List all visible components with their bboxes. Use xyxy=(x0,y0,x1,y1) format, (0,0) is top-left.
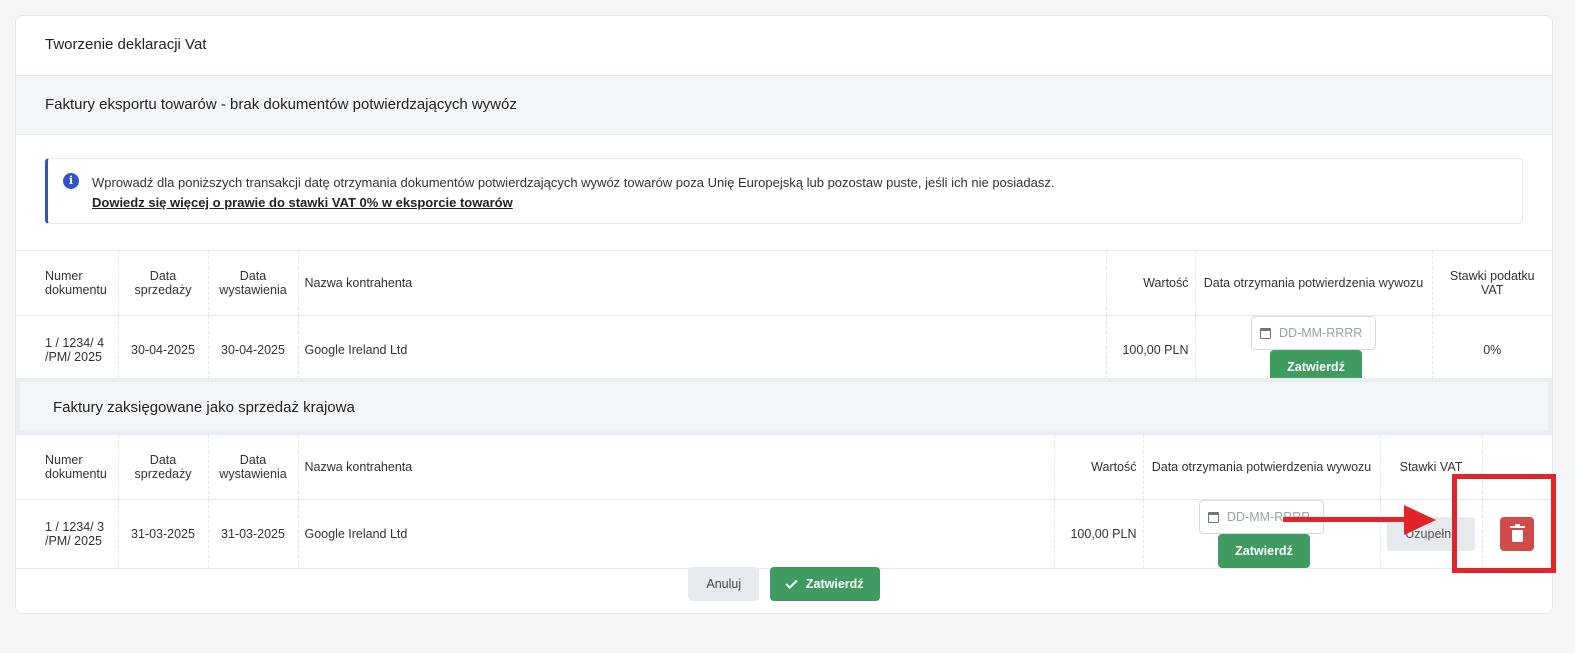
table-row: 1 / 1234/ 3 /PM/ 2025 31-03-2025 31-03-2… xyxy=(16,499,1552,569)
col-value: Wartość xyxy=(1054,434,1144,500)
col-issue-date: Data wystawienia xyxy=(208,434,299,500)
calendar-icon xyxy=(1260,327,1271,339)
col-sale-date: Data sprzedaży xyxy=(118,250,209,316)
confirmation-date-input[interactable]: DD-MM-RRRR xyxy=(1251,316,1376,350)
check-icon xyxy=(785,576,798,589)
contractor-name: Google Ireland Ltd xyxy=(298,499,1055,569)
info-link[interactable]: Dowiedz się więcej o prawie do stawki VA… xyxy=(92,195,513,210)
col-doc-number: Numer dokumentu xyxy=(16,434,119,500)
calendar-icon xyxy=(1208,511,1219,523)
confirmation-date-cell: DD-MM-RRRR Zatwierdź xyxy=(1195,315,1433,385)
export-section-header: Faktury eksportu towarów - brak dokument… xyxy=(16,75,1552,135)
export-invoices-table: Numer dokumentu Data sprzedaży Data wyst… xyxy=(16,250,1552,385)
col-confirmation-date: Data otrzymania potwierdzenia wywozu xyxy=(1143,434,1381,500)
doc-number: 1 / 1234/ 4 /PM/ 2025 xyxy=(16,315,119,385)
row-confirm-button[interactable]: Zatwierdź xyxy=(1218,534,1310,568)
col-issue-date: Data wystawienia xyxy=(208,250,299,316)
col-confirmation-date: Data otrzymania potwierdzenia wywozu xyxy=(1195,250,1433,316)
table-row: 1 / 1234/ 4 /PM/ 2025 30-04-2025 30-04-2… xyxy=(16,315,1552,385)
submit-button[interactable]: Zatwierdź xyxy=(769,567,880,601)
col-contractor: Nazwa kontrahenta xyxy=(298,250,1107,316)
annotation-highlight-box xyxy=(1452,474,1556,573)
issue-date: 30-04-2025 xyxy=(208,315,299,385)
col-doc-number: Numer dokumentu xyxy=(16,250,119,316)
doc-number: 1 / 1234/ 3 /PM/ 2025 xyxy=(16,499,119,569)
annotation-arrow-head xyxy=(1404,505,1436,535)
issue-date: 31-03-2025 xyxy=(208,499,299,569)
invoice-value: 100,00 PLN xyxy=(1106,315,1196,385)
invoice-value: 100,00 PLN xyxy=(1054,499,1144,569)
annotation-arrow-line xyxy=(1283,517,1408,522)
submit-label: Zatwierdź xyxy=(805,577,864,591)
col-vat-rates: Stawki podatku VAT xyxy=(1449,269,1535,297)
sale-date: 31-03-2025 xyxy=(118,499,209,569)
page-title: Tworzenie deklaracji Vat xyxy=(45,36,207,53)
info-alert: i Wprowadź dla poniższych transakcji dat… xyxy=(45,158,1523,224)
domestic-section-header: Faktury zaksięgowane jako sprzedaż krajo… xyxy=(16,378,1552,434)
col-contractor: Nazwa kontrahenta xyxy=(298,434,1055,500)
confirmation-date-cell: DD-MM-RRRR Zatwierdź xyxy=(1143,499,1381,569)
domestic-invoices-table: Numer dokumentu Data sprzedaży Data wyst… xyxy=(16,434,1552,569)
vat-declaration-card: Tworzenie deklaracji Vat Faktury eksport… xyxy=(15,15,1553,614)
contractor-name: Google Ireland Ltd xyxy=(298,315,1107,385)
col-sale-date: Data sprzedaży xyxy=(118,434,209,500)
col-value: Wartość xyxy=(1106,250,1196,316)
table-header-row: Numer dokumentu Data sprzedaży Data wyst… xyxy=(16,250,1552,316)
sale-date: 30-04-2025 xyxy=(118,315,209,385)
form-footer: Anuluj Zatwierdź xyxy=(16,567,1552,601)
table-header-row: Numer dokumentu Data sprzedaży Data wyst… xyxy=(16,434,1552,500)
date-placeholder: DD-MM-RRRR xyxy=(1279,326,1363,340)
info-text: Wprowadź dla poniższych transakcji datę … xyxy=(92,175,1055,190)
info-icon: i xyxy=(63,173,79,189)
cancel-button[interactable]: Anuluj xyxy=(688,567,760,601)
vat-rate: 0% xyxy=(1483,343,1502,357)
